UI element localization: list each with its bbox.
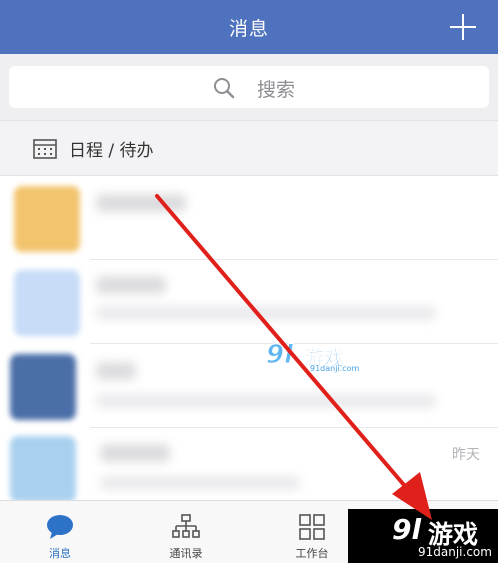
search-area: 搜索 [0, 54, 498, 120]
tab-messages[interactable]: 消息 [0, 501, 120, 563]
watermark-logo: 9l 游戏 91danji.com [265, 340, 366, 380]
grid-icon [299, 514, 325, 540]
search-placeholder: 搜索 [257, 79, 296, 101]
avatar [10, 436, 76, 502]
search-icon [214, 78, 235, 99]
corner-watermark-url: 91danji.com [418, 545, 492, 559]
corner-watermark: 9l 游戏 91danji.com [348, 509, 498, 563]
blurred-message [96, 306, 436, 320]
add-button[interactable] [450, 14, 476, 40]
tab-label: 通讯录 [169, 547, 203, 560]
conversation-list: 昨天 [0, 176, 498, 502]
org-chart-icon [172, 514, 200, 538]
conversation-row[interactable] [0, 176, 498, 260]
blurred-name [96, 276, 166, 294]
schedule-label: 日程 / 待办 [69, 141, 154, 161]
tab-contacts[interactable]: 通讯录 [126, 501, 246, 563]
watermark-number: 9l [265, 340, 294, 371]
timestamp: 昨天 [452, 447, 480, 463]
calendar-icon [33, 139, 57, 159]
avatar [14, 186, 80, 252]
blurred-name [100, 444, 170, 462]
blurred-message [96, 394, 436, 408]
corner-watermark-number: 9l [392, 513, 422, 546]
tab-label: 消息 [49, 547, 71, 560]
search-input[interactable]: 搜索 [9, 66, 489, 108]
page-title: 消息 [228, 18, 269, 40]
conversation-row[interactable] [0, 260, 498, 344]
watermark-url: 91danji.com [310, 364, 360, 373]
avatar [14, 270, 80, 336]
schedule-todo-entry[interactable]: 日程 / 待办 [0, 120, 498, 176]
blurred-message [100, 476, 300, 490]
blurred-name [96, 194, 186, 212]
conversation-row[interactable] [0, 344, 498, 428]
chat-bubble-icon [47, 515, 73, 539]
blurred-name [96, 362, 136, 380]
avatar [10, 354, 76, 420]
top-nav-bar: 消息 [0, 0, 498, 54]
